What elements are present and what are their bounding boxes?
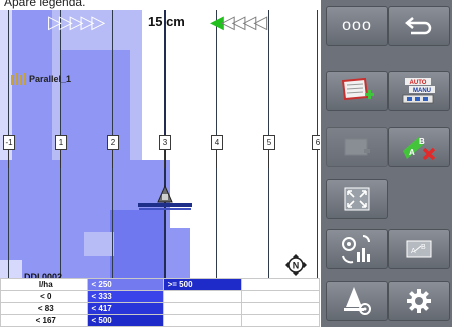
settings-button[interactable] [388,281,450,321]
parallel-tracks-icon [11,73,25,85]
legend-cell: >= 500 [162,278,242,291]
svg-text:N: N [293,261,300,271]
lane-markers: -1 1 2 3 4 5 6 [0,135,320,168]
field-disabled-icon [344,138,370,156]
add-boundary-button[interactable] [326,71,388,111]
delete-ab-line-button[interactable]: A B [388,127,450,167]
add-field-icon [341,77,374,101]
gear-icon [407,289,431,313]
auto-manual-button[interactable]: AUTO MANU [388,71,450,111]
north-compass-icon[interactable]: N [284,253,308,277]
coverage-area [0,260,22,278]
offset-distance: 15 cm [148,14,185,29]
svg-text:A: A [411,248,416,255]
legend-cell: < 167 [0,314,88,327]
ab-line-delete-icon: A B [403,137,436,161]
map-layers-icon [342,235,370,264]
green-arrow-icon: ◀ [210,12,224,32]
lane-marker: 6 [312,135,320,150]
map-view-button[interactable] [326,229,388,269]
back-arrow-icon [405,17,432,35]
lane-marker: -1 [3,135,15,150]
legend-cell: < 83 [0,302,88,315]
svg-text:B: B [421,244,426,251]
lane-marker: 1 [55,135,67,150]
disabled-button[interactable] [326,127,388,167]
legend-cell-empty [162,314,242,327]
legend-cell: < 417 [86,302,164,315]
coverage-area [166,228,190,278]
coverage-area [84,232,114,256]
legend-cell: < 500 [86,314,164,327]
grey-arrows: ◁◁◁◁ [220,12,267,32]
boom-settings-button[interactable] [326,281,388,321]
expand-icon [344,187,370,211]
softkey-panel: ooo AUTO MANU A B A B [321,0,452,327]
track-info: Parallel_1 [10,72,71,86]
fullscreen-button[interactable] [326,179,388,219]
auto-manual-icon: AUTO MANU [402,78,435,104]
coverage-area [110,210,165,278]
lane-marker: 4 [211,135,223,150]
legend-cell-empty [162,302,242,315]
legend-cell-empty [240,278,321,291]
legend-unit: l/ha [0,278,88,291]
legend-cell-empty [240,302,321,315]
more-options-button[interactable]: ooo [326,6,388,46]
sprayer-settings-icon [344,287,371,315]
legend-cell-empty [162,290,242,303]
right-direction-arrows: ◀◁◁◁◁ [210,12,267,32]
field-map[interactable]: -1 1 2 3 4 5 6 Parallel_1 DDI 0002 N [0,10,320,318]
lane-marker: 5 [263,135,275,150]
svg-text:B: B [419,137,425,146]
back-button[interactable] [388,6,450,46]
tractor-icon [138,184,192,210]
legend-cell-empty [240,314,321,327]
ab-points-icon: A B [406,240,432,258]
track-name: Parallel_1 [29,74,72,84]
svg-text:MANU: MANU [413,88,431,94]
guidance-line [317,10,318,318]
left-direction-arrows: ▷▷▷▷▷ [48,12,105,32]
rate-legend: l/ha < 250 >= 500 < 0 < 333 < 83 < 417 <… [0,278,321,327]
lane-marker: 2 [107,135,119,150]
svg-text:A: A [409,148,415,157]
caption-text: Apare legenda. [4,0,86,9]
legend-cell: < 250 [86,278,164,291]
svg-text:AUTO: AUTO [410,80,427,86]
legend-cell: < 0 [0,290,88,303]
legend-cell-empty [240,290,321,303]
ab-switch-button[interactable]: A B [388,229,450,269]
lane-marker: 3 [159,135,171,150]
more-icon: ooo [342,17,372,34]
legend-cell: < 333 [86,290,164,303]
